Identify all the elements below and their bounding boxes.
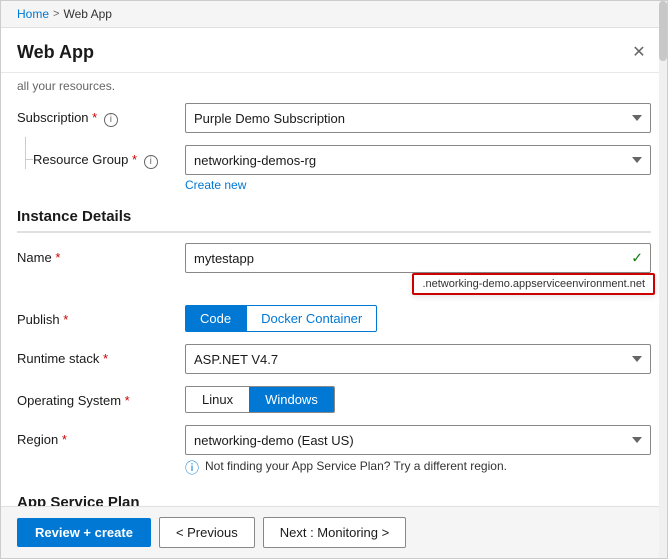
subscription-group: Subscription * i Purple Demo Subscriptio… [17, 103, 651, 133]
resource-group-group: Resource Group * i networking-demos-rg C… [17, 145, 651, 192]
region-label: Region * [17, 425, 177, 449]
breadcrumb-home[interactable]: Home [17, 7, 49, 21]
breadcrumb: Home > Web App [1, 1, 667, 28]
scroll-hint: all your resources. [17, 73, 651, 103]
region-info-icon: ⓘ [185, 458, 199, 478]
subscription-label: Subscription * i [17, 103, 177, 127]
region-info-msg: ⓘ Not finding your App Service Plan? Try… [185, 459, 651, 478]
next-button[interactable]: Next : Monitoring > [263, 517, 406, 548]
os-label: Operating System * [17, 386, 177, 410]
publish-toggle-group: Code Docker Container [185, 305, 651, 332]
name-input[interactable] [185, 243, 651, 273]
region-group: Region * networking-demo (East US) ⓘ Not… [17, 425, 651, 478]
publish-group: Publish * Code Docker Container [17, 305, 651, 332]
dialog-header: Web App ✕ [1, 28, 667, 73]
name-label: Name * [17, 243, 177, 267]
resource-group-label: Resource Group * i [17, 145, 177, 169]
subscription-control: Purple Demo Subscription [185, 103, 651, 133]
breadcrumb-current: Web App [63, 7, 111, 21]
os-linux-button[interactable]: Linux [186, 387, 249, 412]
publish-docker-button[interactable]: Docker Container [246, 305, 377, 332]
subscription-info-icon: i [104, 113, 118, 127]
runtime-stack-group: Runtime stack * ASP.NET V4.7 [17, 344, 651, 374]
os-group: Operating System * Linux Windows [17, 386, 651, 413]
dialog-body: all your resources. Subscription * i Pur… [1, 73, 667, 506]
publish-label: Publish * [17, 305, 177, 329]
publish-control: Code Docker Container [185, 305, 651, 332]
scrollbar-track [659, 1, 667, 558]
os-control: Linux Windows [185, 386, 651, 413]
resource-group-info-icon: i [144, 155, 158, 169]
resource-group-select[interactable]: networking-demos-rg [185, 145, 651, 175]
scrollbar-thumb[interactable] [659, 1, 667, 61]
dialog-title: Web App [17, 42, 94, 63]
instance-details-title: Instance Details [17, 208, 651, 233]
runtime-stack-select[interactable]: ASP.NET V4.7 [185, 344, 651, 374]
app-service-plan-title: App Service Plan [17, 494, 651, 506]
subscription-select[interactable]: Purple Demo Subscription [185, 103, 651, 133]
dialog-footer: Review + create < Previous Next : Monito… [1, 506, 667, 558]
publish-code-button[interactable]: Code [185, 305, 246, 332]
breadcrumb-separator: > [53, 8, 59, 20]
review-create-button[interactable]: Review + create [17, 518, 151, 547]
region-select[interactable]: networking-demo (East US) [185, 425, 651, 455]
runtime-stack-control: ASP.NET V4.7 [185, 344, 651, 374]
web-app-dialog: Home > Web App Web App ✕ all your resour… [0, 0, 668, 559]
resource-group-create-new[interactable]: Create new [185, 178, 651, 192]
os-toggle-group: Linux Windows [185, 386, 335, 413]
resource-group-control: networking-demos-rg Create new [185, 145, 651, 192]
previous-button[interactable]: < Previous [159, 517, 255, 548]
region-control: networking-demo (East US) ⓘ Not finding … [185, 425, 651, 478]
check-icon: ✓ [631, 250, 643, 267]
name-control: ✓ .networking-demo.appserviceenvironment… [185, 243, 651, 273]
name-group: Name * ✓ .networking-demo.appserviceenvi… [17, 243, 651, 273]
runtime-stack-label: Runtime stack * [17, 344, 177, 368]
os-windows-button[interactable]: Windows [249, 387, 334, 412]
close-button[interactable]: ✕ [627, 40, 651, 64]
domain-suffix-badge: .networking-demo.appserviceenvironment.n… [412, 273, 655, 295]
